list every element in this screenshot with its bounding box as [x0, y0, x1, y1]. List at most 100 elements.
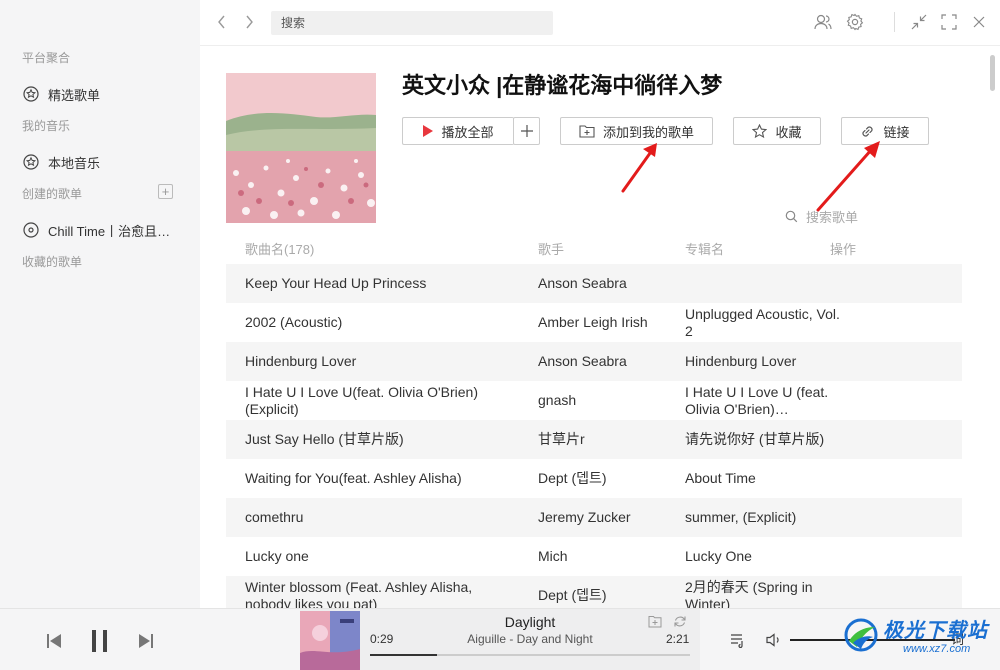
repeat-button[interactable] [673, 615, 687, 628]
song-artist[interactable]: gnash [538, 381, 678, 420]
add-to-queue-button[interactable] [513, 117, 540, 145]
song-title: I Hate U I Love U(feat. Olivia O'Brien) … [245, 383, 478, 417]
forward-button[interactable] [241, 12, 257, 32]
close-button[interactable] [969, 12, 989, 32]
song-album[interactable]: Unplugged Acoustic, Vol. 2 [685, 303, 845, 342]
sidebar-item-label: 本地音乐 [48, 155, 101, 171]
song-album[interactable]: 请先说你好 (甘草片版) [685, 420, 845, 459]
sidebar-item-label: 精选歌单 [48, 87, 101, 103]
song-artist[interactable]: 甘草片r [538, 420, 678, 459]
song-title: Waiting for You(feat. Ashley Alisha) [245, 470, 462, 486]
star-circle-icon [22, 85, 40, 103]
sidebar-section-created: 创建的歌单 [22, 187, 83, 201]
top-bar [200, 0, 1000, 46]
table-row[interactable]: Winter blossom (Feat. Ashley Alisha, nob… [226, 576, 962, 608]
search-playlist-field[interactable]: 搜索歌单 [785, 207, 858, 226]
next-button[interactable] [136, 629, 156, 653]
song-album[interactable]: Lucky One [685, 537, 845, 576]
link-label: 链接 [883, 124, 910, 140]
song-title: Winter blossom (Feat. Ashley Alisha, nob… [245, 578, 473, 609]
volume-button[interactable] [764, 630, 784, 650]
playlist-queue-button[interactable] [728, 630, 748, 650]
playlist-cover [226, 73, 376, 223]
play-all-button[interactable]: 播放全部 [402, 117, 514, 145]
folder-plus-icon [579, 124, 595, 138]
back-button[interactable] [214, 12, 230, 32]
create-playlist-button[interactable]: + [158, 184, 173, 199]
plus-icon: + [161, 184, 170, 199]
song-album[interactable]: summer, (Explicit) [685, 498, 845, 537]
column-header-actions: 操作 [830, 242, 857, 257]
sidebar-section-platform: 平台聚合 [22, 51, 71, 65]
song-album[interactable] [685, 264, 845, 303]
column-header-album[interactable]: 专辑名 [685, 239, 724, 258]
users-icon [814, 14, 832, 30]
pause-icon [92, 630, 107, 652]
volume-icon [766, 633, 779, 647]
table-row[interactable]: Keep Your Head Up Princess Anson Seabra [226, 264, 962, 303]
search-input[interactable] [271, 11, 553, 35]
skip-previous-icon [47, 634, 61, 648]
track-artist[interactable]: Aiguille - Day and Night [360, 632, 700, 646]
sidebar-section-my-music: 我的音乐 [22, 119, 71, 133]
now-playing-cover[interactable] [300, 611, 360, 670]
table-row[interactable]: 2002 (Acoustic) Amber Leigh Irish Unplug… [226, 303, 962, 342]
link-icon [860, 124, 875, 139]
disc-icon [22, 221, 40, 239]
sidebar-item-featured[interactable]: 精选歌单 [22, 82, 190, 106]
song-album[interactable]: About Time [685, 459, 845, 498]
watermark-url: www.xz7.com [903, 643, 971, 655]
song-artist[interactable]: Jeremy Zucker [538, 498, 678, 537]
column-header-artist[interactable]: 歌手 [538, 239, 564, 258]
song-artist[interactable]: Anson Seabra [538, 264, 678, 303]
collect-button[interactable]: 收藏 [733, 117, 821, 145]
song-artist[interactable]: Dept (뎁트) [538, 459, 678, 498]
song-title: Just Say Hello (甘草片版) [245, 431, 404, 447]
table-row[interactable]: Waiting for You(feat. Ashley Alisha) Dep… [226, 459, 962, 498]
song-album[interactable]: I Hate U I Love U (feat. Olivia O'Brien)… [685, 381, 845, 420]
song-album[interactable]: Hindenburg Lover [685, 342, 845, 381]
repeat-icon [674, 616, 686, 627]
add-to-my-playlist-button[interactable]: 添加到我的歌单 [560, 117, 713, 145]
watermark-name: 极光下载站 [883, 620, 988, 642]
song-title: Hindenburg Lover [245, 353, 357, 369]
link-button[interactable]: 链接 [841, 117, 929, 145]
scrollbar-thumb[interactable] [990, 55, 995, 91]
pause-button[interactable] [88, 629, 112, 653]
song-title: Lucky one [245, 548, 309, 564]
table-row[interactable]: Lucky one Mich Lucky One [226, 537, 962, 576]
star-icon [752, 123, 768, 139]
song-title: 2002 (Acoustic) [245, 314, 343, 330]
settings-button[interactable] [845, 12, 865, 32]
table-row[interactable]: I Hate U I Love U(feat. Olivia O'Brien) … [226, 381, 962, 420]
sidebar-item-created-playlist[interactable]: Chill Time丨治愈且… [22, 218, 190, 242]
column-header-song[interactable]: 歌曲名(178) [245, 239, 314, 258]
annotation-arrow-link [816, 141, 880, 212]
mini-mode-button[interactable] [909, 12, 929, 32]
play-icon [423, 125, 434, 137]
song-table-header: 歌曲名(178) 歌手 专辑名 操作 [226, 237, 962, 259]
chevron-left-icon [218, 15, 225, 29]
table-row[interactable]: Just Say Hello (甘草片版) 甘草片r 请先说你好 (甘草片版) [226, 420, 962, 459]
gear-icon [846, 13, 864, 31]
search-icon [785, 210, 798, 223]
sidebar-section-collected: 收藏的歌单 [22, 255, 83, 269]
table-row[interactable]: Hindenburg Lover Anson Seabra Hindenburg… [226, 342, 962, 381]
song-title: Keep Your Head Up Princess [245, 275, 427, 291]
fullscreen-icon [941, 14, 957, 30]
now-playing: Daylight Aiguille - Day and Night 0:29 2… [300, 609, 700, 670]
sidebar-item-local-music[interactable]: 本地音乐 [22, 150, 190, 174]
add-to-playlist-button[interactable] [648, 615, 662, 628]
song-artist[interactable]: Amber Leigh Irish [538, 303, 678, 342]
previous-button[interactable] [44, 629, 64, 653]
song-artist[interactable]: Dept (뎁트) [538, 576, 678, 608]
progress-bar[interactable] [370, 654, 690, 656]
song-album[interactable]: 2月的春天 (Spring in Winter) [685, 576, 845, 609]
table-row[interactable]: comethru Jeremy Zucker summer, (Explicit… [226, 498, 962, 537]
song-table-body: Keep Your Head Up Princess Anson Seabra … [226, 264, 962, 608]
song-artist[interactable]: Anson Seabra [538, 342, 678, 381]
maximize-button[interactable] [939, 12, 959, 32]
song-artist[interactable]: Mich [538, 537, 678, 576]
user-button[interactable] [813, 12, 833, 32]
collect-label: 收藏 [775, 124, 802, 140]
